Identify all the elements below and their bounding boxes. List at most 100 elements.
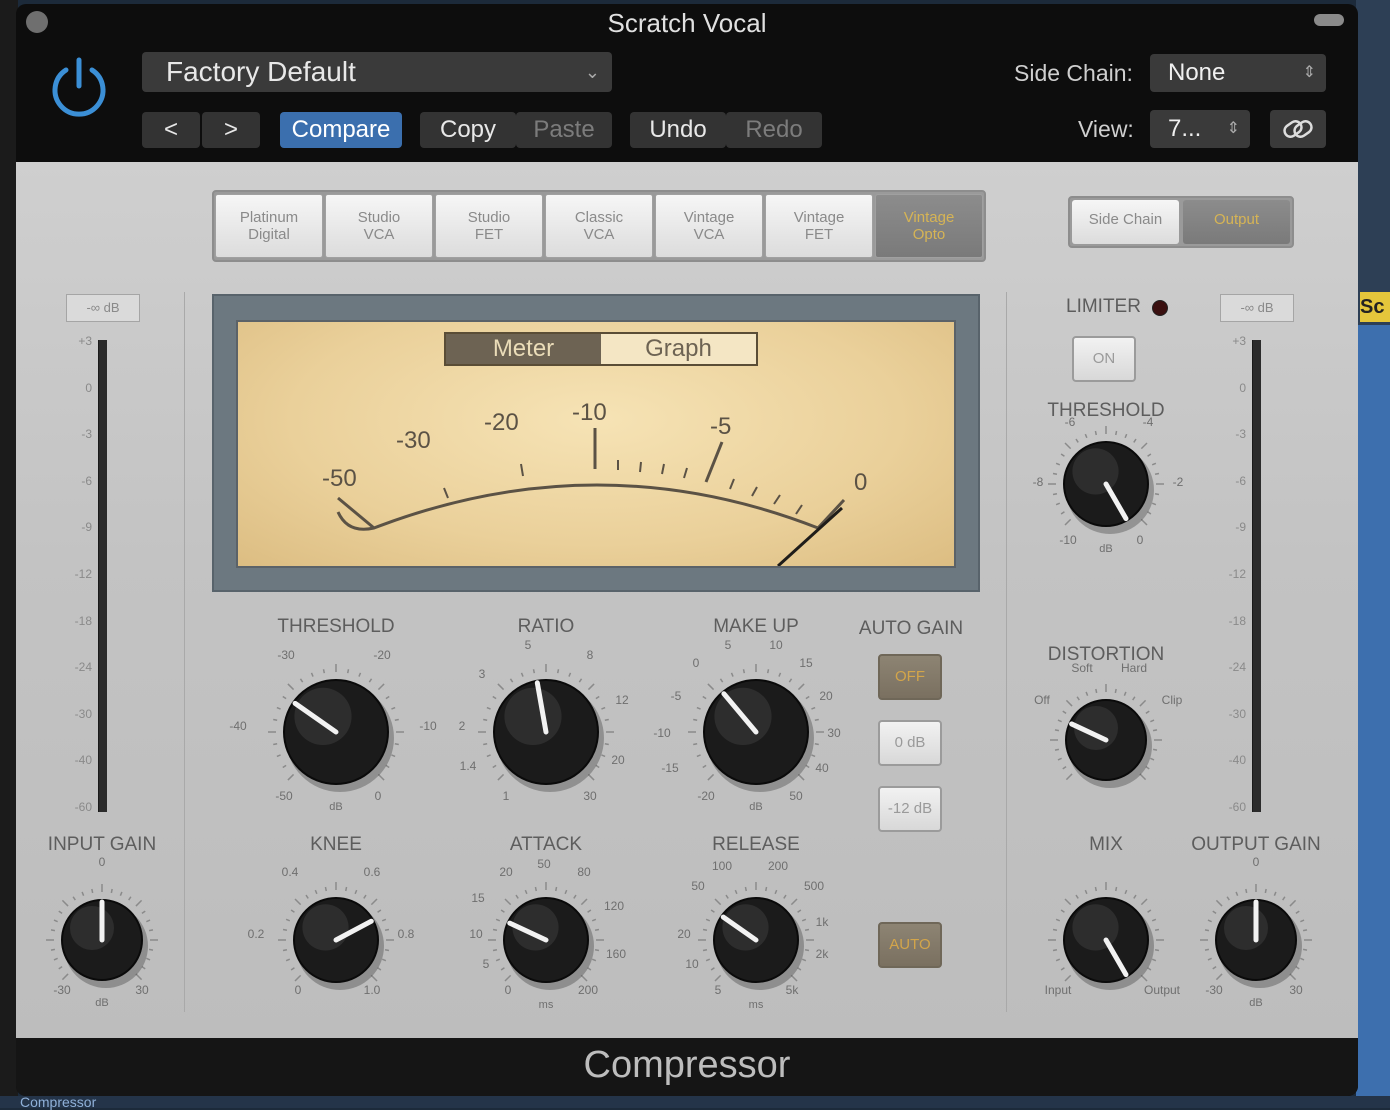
knob-unit-label: ms bbox=[539, 999, 554, 1011]
knee-label: KNEE bbox=[310, 834, 362, 855]
attack-label: ATTACK bbox=[510, 834, 582, 855]
distortion-knob[interactable] bbox=[1050, 684, 1162, 788]
window-title: Scratch Vocal bbox=[607, 8, 767, 38]
knob-scale-label: 50 bbox=[537, 857, 551, 871]
mix-knob[interactable] bbox=[1048, 882, 1164, 990]
knob-scale-label: 0.4 bbox=[282, 865, 299, 879]
knob-scale-label: 0.6 bbox=[364, 865, 381, 879]
mix-label: MIX bbox=[1089, 834, 1123, 855]
knob-layer: THRESHOLD-30 -20-100-50-40dBRATIO58122030… bbox=[46, 400, 1321, 1011]
knob-scale-label: 120 bbox=[604, 899, 624, 913]
knob-scale-label: 0 bbox=[295, 983, 302, 997]
knob-scale-label: 50 bbox=[789, 789, 803, 803]
knob-scale-label: 0 bbox=[99, 855, 106, 869]
knob-scale-label: 2k bbox=[816, 947, 830, 961]
plugin-footer: Compressor bbox=[16, 1038, 1358, 1096]
limiter-threshold-knob[interactable] bbox=[1048, 426, 1164, 534]
previous-preset-button[interactable]: < bbox=[142, 112, 200, 148]
side-chain-select[interactable]: None ⇕ bbox=[1150, 54, 1326, 92]
redo-button[interactable]: Redo bbox=[726, 112, 822, 148]
knob-scale-label: 30 bbox=[827, 726, 841, 740]
knob-scale-label: -50 bbox=[275, 789, 293, 803]
release-label: RELEASE bbox=[712, 834, 800, 855]
attack-knob[interactable] bbox=[488, 882, 604, 990]
knob-scale-label: -5 bbox=[671, 689, 682, 703]
makeup-knob[interactable] bbox=[688, 664, 824, 792]
knob-scale-label: 20 bbox=[677, 927, 691, 941]
knob-scale-label: 12 bbox=[615, 693, 629, 707]
view-label: View: bbox=[1078, 116, 1134, 142]
ratio-label: RATIO bbox=[518, 616, 575, 637]
side-chain-label: Side Chain: bbox=[1014, 60, 1133, 86]
knob-scale-label: -30 bbox=[277, 648, 295, 662]
knob-scale-label: 1.4 bbox=[460, 759, 477, 773]
knob-scale-label: 0 bbox=[375, 789, 382, 803]
knob-scale-label: 0.2 bbox=[248, 927, 265, 941]
compressor-panel: Platinum Digital Studio VCA Studio FET Clas… bbox=[16, 162, 1358, 1038]
link-button[interactable] bbox=[1270, 110, 1326, 148]
copy-button[interactable]: Copy bbox=[420, 112, 516, 148]
paste-button[interactable]: Paste bbox=[516, 112, 612, 148]
view-value: 7... bbox=[1168, 115, 1202, 142]
knob-scale-label: 0 bbox=[505, 983, 512, 997]
knob-scale-label: 5 bbox=[483, 957, 490, 971]
plugin-window: Scratch Vocal Factory Default ⌄ < > Comp… bbox=[16, 4, 1358, 1096]
knob-scale-label: 2 bbox=[459, 719, 466, 733]
next-preset-button[interactable]: > bbox=[202, 112, 260, 148]
knob-unit-label: ms bbox=[749, 999, 764, 1011]
undo-button[interactable]: Undo bbox=[630, 112, 726, 148]
knob-scale-label: -10 bbox=[1059, 533, 1077, 547]
knob-scale-label: -20 bbox=[373, 648, 391, 662]
knob-scale-label: 1 bbox=[503, 789, 510, 803]
knob-scale-label: -2 bbox=[1173, 475, 1184, 489]
release-knob[interactable] bbox=[698, 882, 814, 990]
background-track-label: Sc bbox=[1360, 292, 1390, 322]
knob-scale-label: 80 bbox=[577, 865, 591, 879]
knob-scale-label: -30 bbox=[53, 983, 71, 997]
knob-scale-label: 0 bbox=[1253, 855, 1260, 869]
collapse-window-button[interactable] bbox=[1314, 14, 1344, 26]
knob-scale-label: 5 bbox=[725, 638, 732, 652]
knob-scale-label: Clip bbox=[1162, 693, 1183, 707]
knob-scale-label: -8 bbox=[1033, 475, 1044, 489]
ratio-knob[interactable] bbox=[478, 664, 614, 792]
updown-chevron-icon: ⇕ bbox=[1226, 120, 1240, 137]
knob-scale-label: 1.0 bbox=[364, 983, 381, 997]
knob-scale-label: 1k bbox=[816, 915, 830, 929]
knee-knob[interactable] bbox=[278, 882, 394, 990]
knob-scale-label: 0 bbox=[693, 656, 700, 670]
title-bar[interactable]: Scratch Vocal bbox=[16, 4, 1358, 40]
knob-scale-label: 15 bbox=[471, 891, 485, 905]
compare-button[interactable]: Compare bbox=[280, 112, 402, 148]
knob-scale-label: -6 bbox=[1065, 415, 1076, 429]
preset-menu[interactable]: Factory Default ⌄ bbox=[142, 52, 612, 92]
input-gain-label: INPUT GAIN bbox=[48, 834, 156, 855]
knob-scale-label: -10 bbox=[653, 726, 671, 740]
threshold-knob[interactable] bbox=[268, 664, 404, 792]
knob-scale-label: 20 bbox=[611, 753, 625, 767]
input-gain-knob[interactable] bbox=[46, 884, 158, 988]
knob-scale-label: 500 bbox=[804, 879, 824, 893]
knob-scale-label: 10 bbox=[769, 638, 783, 652]
makeup-label: MAKE UP bbox=[713, 616, 799, 637]
knob-scale-label: 30 bbox=[135, 983, 149, 997]
knob-scale-label: Output bbox=[1144, 983, 1181, 997]
knob-scale-label: Off bbox=[1034, 693, 1050, 707]
power-icon[interactable] bbox=[46, 54, 112, 120]
knob-scale-label: 5 bbox=[715, 983, 722, 997]
knob-unit-label: dB bbox=[1099, 543, 1112, 555]
knob-scale-label: 20 bbox=[819, 689, 833, 703]
knob-scale-label: -15 bbox=[661, 761, 679, 775]
side-chain-value: None bbox=[1168, 59, 1226, 86]
output-gain-knob[interactable] bbox=[1200, 884, 1312, 988]
knob-scale-label: 200 bbox=[578, 983, 598, 997]
knob-scale-label: 3 bbox=[479, 667, 486, 681]
knob-unit-label: dB bbox=[749, 801, 762, 813]
knob-scale-label: 30 bbox=[1289, 983, 1303, 997]
link-icon bbox=[1283, 120, 1313, 138]
knob-scale-label: -30 bbox=[1205, 983, 1223, 997]
knob-scale-label: 5k bbox=[786, 983, 800, 997]
knob-scale-label: -40 bbox=[229, 719, 247, 733]
view-select[interactable]: 7... ⇕ bbox=[1150, 110, 1250, 148]
knob-scale-label: 30 bbox=[583, 789, 597, 803]
